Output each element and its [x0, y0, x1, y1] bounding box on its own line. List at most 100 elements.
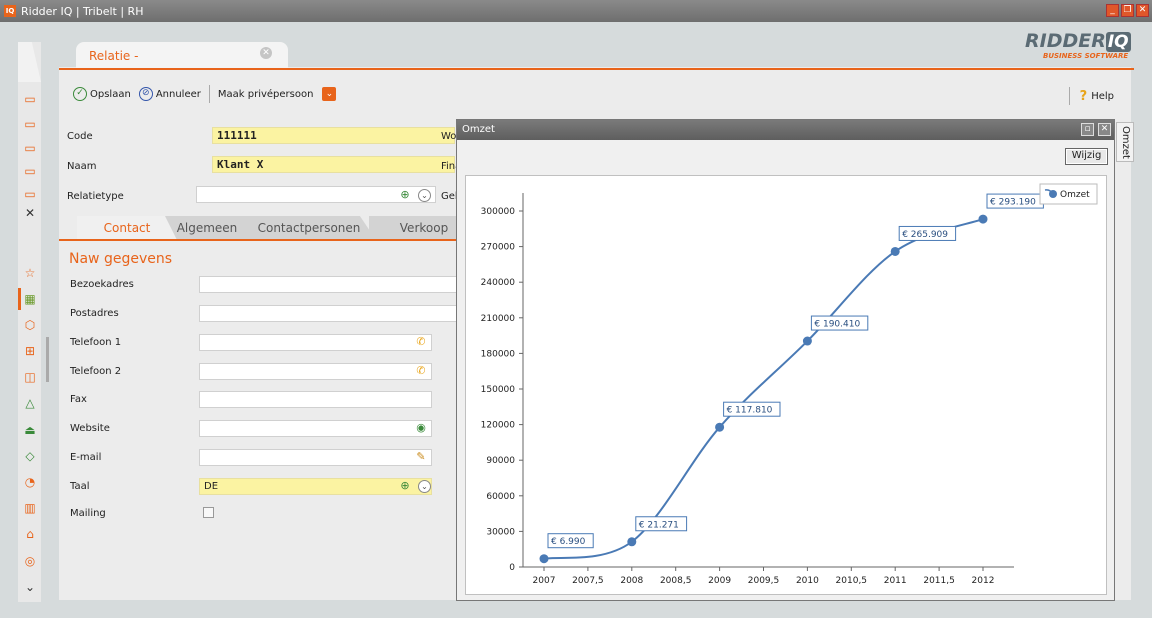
toolbar-separator	[208, 85, 210, 103]
restore-icon[interactable]: ❐	[1121, 4, 1134, 17]
window-title: Ridder IQ | Tribelt | RH	[21, 4, 144, 18]
add-lookup-icon[interactable]: ⊕	[398, 188, 412, 202]
email-field[interactable]	[199, 449, 432, 466]
fax-field[interactable]	[199, 391, 432, 408]
close-icon[interactable]: ✕	[1136, 4, 1149, 17]
collapse-icon[interactable]: ✕	[22, 205, 38, 221]
globe-icon[interactable]: ◉	[414, 421, 428, 435]
diamond-icon[interactable]: ◇	[22, 448, 38, 464]
naam-label: Naam	[67, 161, 97, 172]
y-tick-label: 120000	[481, 421, 516, 431]
folder-icon[interactable]: ▭	[22, 163, 38, 179]
help-button[interactable]: ? Help	[1068, 87, 1114, 105]
dropdown-icon[interactable]: ⌄	[418, 480, 431, 493]
private-person-button[interactable]: Maak privépersoon ⌄	[218, 87, 337, 101]
chevron-down-icon[interactable]: ⌄	[22, 579, 38, 595]
y-tick-label: 90000	[486, 456, 515, 466]
save-button[interactable]: ✓ Opslaan	[73, 87, 131, 101]
chevron-down-icon[interactable]: ⌄	[322, 87, 337, 101]
x-tick-label: 2007	[533, 576, 556, 586]
document-tab-label: Relatie -	[89, 49, 139, 63]
data-point	[978, 214, 988, 224]
x-tick-label: 2007,5	[572, 576, 604, 586]
tab-contactpersonen[interactable]: Contactpersonen	[242, 216, 376, 240]
wijzig-button[interactable]: Wijzig	[1065, 148, 1108, 165]
title-bar: IQ Ridder IQ | Tribelt | RH _ ❐ ✕	[0, 0, 1152, 22]
phone-icon[interactable]: ✆	[414, 335, 428, 349]
subtab-underline	[59, 239, 459, 241]
tab-contact[interactable]: Contact	[77, 216, 177, 240]
building-icon[interactable]: ▦	[22, 291, 38, 307]
omzet-side-tab[interactable]: Omzet	[1116, 122, 1134, 162]
y-tick-label: 300000	[481, 207, 516, 217]
phone-icon[interactable]: ✆	[414, 364, 428, 378]
omzet-title: Omzet	[462, 124, 495, 135]
relatietype-label: Relatietype	[67, 191, 124, 202]
sidebar-scrollbar[interactable]	[46, 337, 49, 382]
y-tick-label: 30000	[486, 527, 515, 537]
bezoekadres-field[interactable]	[199, 276, 457, 293]
telefoon1-label: Telefoon 1	[70, 337, 122, 348]
help-icon: ?	[1079, 88, 1088, 104]
data-label: € 293.190	[990, 198, 1036, 208]
tab-underline	[59, 68, 1134, 70]
code-label: Code	[67, 131, 93, 142]
telefoon2-field[interactable]	[199, 363, 432, 380]
data-label: € 21.271	[639, 520, 679, 530]
folder-icon[interactable]: ▭	[22, 186, 38, 202]
hexagon-icon[interactable]: ⬡	[22, 317, 38, 333]
frame-icon[interactable]: ◫	[22, 369, 38, 385]
clock-doc-icon[interactable]: ◔	[22, 474, 38, 490]
lookup-icon[interactable]: ⊕	[398, 479, 412, 493]
cancel-button[interactable]: ⊘ Annuleer	[138, 87, 201, 101]
help-label: Help	[1091, 90, 1114, 102]
data-point	[715, 422, 725, 432]
y-tick-label: 270000	[481, 243, 516, 253]
telefoon1-field[interactable]	[199, 334, 432, 351]
document-tab[interactable]: Relatie - ✕	[76, 42, 288, 69]
home-icon[interactable]: ⌂	[22, 526, 38, 542]
telefoon2-label: Telefoon 2	[70, 366, 122, 377]
star-icon[interactable]: ☆	[22, 265, 38, 281]
email-label: E-mail	[70, 452, 102, 463]
triangle-icon[interactable]: △	[22, 395, 38, 411]
minimize-icon[interactable]: _	[1106, 4, 1119, 17]
close-tab-icon[interactable]: ✕	[260, 47, 272, 59]
y-tick-label: 240000	[481, 278, 516, 288]
check-icon: ✓	[73, 87, 87, 101]
omzet-titlebar[interactable]: Omzet ▫ ✕	[457, 120, 1114, 140]
logo-subtitle: BUSINESS SOFTWARE	[1043, 52, 1129, 60]
dropdown-icon[interactable]: ⌄	[418, 189, 431, 202]
x-tick-label: 2008	[620, 576, 643, 586]
x-tick-label: 2009	[708, 576, 731, 586]
website-field[interactable]	[199, 420, 432, 437]
y-tick-label: 0	[509, 563, 515, 573]
app-icon: IQ	[4, 5, 16, 17]
postadres-label: Postadres	[70, 308, 119, 319]
logo-word: RIDDER	[1025, 30, 1106, 52]
folder-icon[interactable]: ▭	[22, 116, 38, 132]
y-tick-label: 210000	[481, 314, 516, 324]
close-icon[interactable]: ✕	[1098, 123, 1111, 136]
mailing-checkbox[interactable]	[203, 507, 214, 518]
barcode-icon[interactable]: ▥	[22, 500, 38, 516]
code-field[interactable]: 111111	[212, 127, 455, 144]
x-tick-label: 2011,5	[923, 576, 955, 586]
chart-area: 0 30000 60000 90000 120000 150000 180000 210000…	[465, 175, 1107, 595]
x-tick-label: 2010	[796, 576, 819, 586]
edit-mail-icon[interactable]: ✎	[414, 450, 428, 464]
dock-icon[interactable]: ▫	[1081, 123, 1094, 136]
folder-icon[interactable]: ▭	[22, 140, 38, 156]
window-controls: _ ❐ ✕	[1106, 4, 1149, 17]
postadres-field[interactable]	[199, 305, 457, 322]
y-tick-label: 150000	[481, 385, 516, 395]
logo-iq: IQ	[1105, 32, 1131, 52]
data-point	[627, 537, 637, 547]
naam-field[interactable]: Klant X	[212, 156, 455, 173]
money-icon[interactable]: ◎	[22, 553, 38, 569]
series-line-omzet	[543, 218, 984, 560]
data-point	[802, 336, 812, 346]
document-add-icon[interactable]: ⊞	[22, 343, 38, 359]
folder-icon[interactable]: ▭	[22, 91, 38, 107]
stack-icon[interactable]: ⏏	[22, 422, 38, 438]
